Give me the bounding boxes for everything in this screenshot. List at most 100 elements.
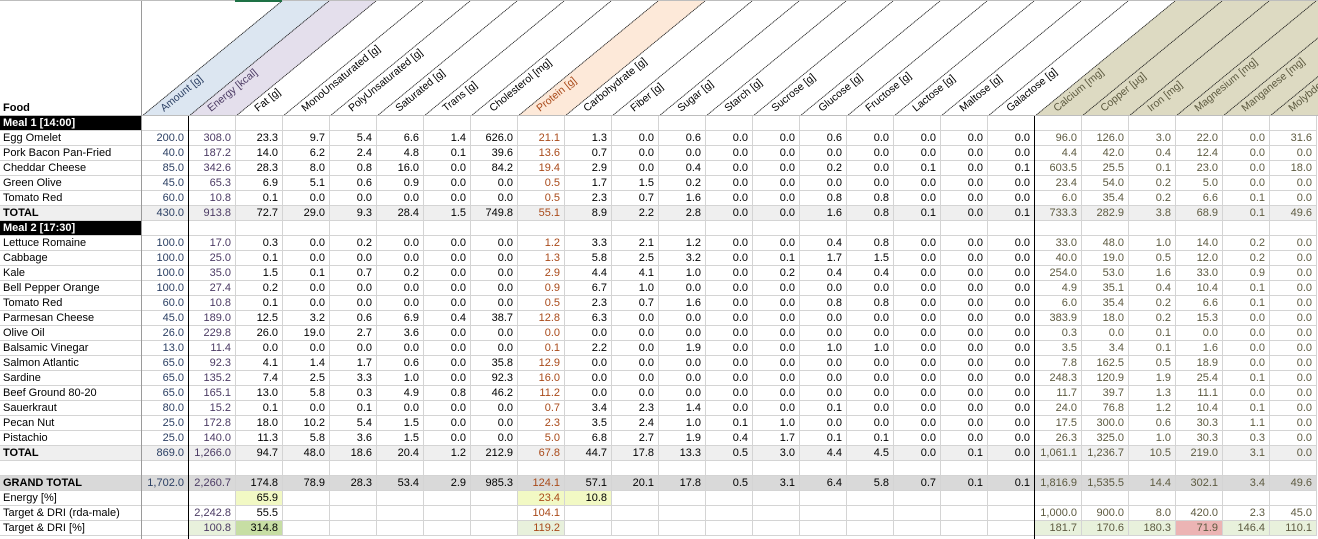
cell-fiber[interactable]: 0.0 (612, 386, 659, 401)
row-label[interactable]: Salmon Atlantic (0, 356, 142, 371)
cell-protein[interactable]: 23.4 (518, 491, 565, 506)
cell-sugar[interactable]: 0.0 (659, 326, 706, 341)
cell-fiber[interactable]: 2.1 (612, 236, 659, 251)
cell-fiber[interactable]: 0.0 (612, 326, 659, 341)
cell-galactose[interactable] (988, 491, 1035, 506)
cell-mono[interactable]: 3.2 (283, 311, 330, 326)
cell-fat[interactable]: 94.7 (236, 446, 283, 461)
cell-sucrose[interactable]: 0.0 (753, 326, 800, 341)
cell-energy[interactable]: 10.8 (189, 191, 236, 206)
cell-molybdenum[interactable] (1270, 461, 1317, 476)
cell-maltose[interactable] (941, 491, 988, 506)
cell-sat[interactable]: 0.2 (377, 266, 424, 281)
cell-starch[interactable] (706, 461, 753, 476)
cell-trans[interactable] (424, 116, 471, 131)
cell-calcium[interactable] (1035, 221, 1082, 236)
cell-fat[interactable]: 0.1 (236, 251, 283, 266)
cell-amount[interactable]: 60.0 (142, 296, 189, 311)
cell-sugar[interactable]: 17.8 (659, 476, 706, 491)
cell-glucose[interactable]: 4.4 (800, 446, 847, 461)
cell-mono[interactable]: 0.1 (283, 266, 330, 281)
cell-lactose[interactable]: 0.0 (894, 131, 941, 146)
cell-magnesium[interactable]: 5.0 (1176, 176, 1223, 191)
cell-sat[interactable]: 20.4 (377, 446, 424, 461)
cell-carb[interactable]: 5.8 (565, 251, 612, 266)
cell-amount[interactable]: 100.0 (142, 251, 189, 266)
cell-lactose[interactable]: 0.0 (894, 311, 941, 326)
cell-fructose[interactable]: 0.0 (847, 326, 894, 341)
cell-molybdenum[interactable]: 0.0 (1270, 356, 1317, 371)
cell-amount[interactable]: 40.0 (142, 146, 189, 161)
cell-poly[interactable]: 2.7 (330, 326, 377, 341)
cell-maltose[interactable]: 0.0 (941, 176, 988, 191)
cell-trans[interactable]: 2.9 (424, 476, 471, 491)
cell-sucrose[interactable] (753, 221, 800, 236)
cell-mono[interactable]: 29.0 (283, 206, 330, 221)
cell-starch[interactable]: 0.0 (706, 131, 753, 146)
cell-energy[interactable]: 187.2 (189, 146, 236, 161)
cell-sugar[interactable]: 0.0 (659, 146, 706, 161)
cell-galactose[interactable]: 0.0 (988, 401, 1035, 416)
cell-starch[interactable]: 0.0 (706, 176, 753, 191)
cell-calcium[interactable]: 11.7 (1035, 386, 1082, 401)
cell-protein[interactable] (518, 116, 565, 131)
cell-magnesium[interactable]: 25.4 (1176, 371, 1223, 386)
cell-copper[interactable]: 35.4 (1082, 191, 1129, 206)
cell-galactose[interactable]: 0.0 (988, 311, 1035, 326)
cell-fiber[interactable]: 20.1 (612, 476, 659, 491)
cell-calcium[interactable]: 733.3 (1035, 206, 1082, 221)
food-column-header[interactable]: Food (3, 102, 30, 114)
cell-maltose[interactable] (941, 461, 988, 476)
cell-chol[interactable]: 0.0 (471, 296, 518, 311)
cell-magnesium[interactable]: 71.9 (1176, 521, 1223, 536)
cell-glucose[interactable]: 0.0 (800, 281, 847, 296)
cell-poly[interactable]: 5.4 (330, 131, 377, 146)
cell-fructose[interactable]: 0.0 (847, 401, 894, 416)
cell-sugar[interactable]: 13.3 (659, 446, 706, 461)
cell-iron[interactable]: 1.2 (1129, 401, 1176, 416)
cell-carb[interactable]: 0.0 (565, 326, 612, 341)
cell-fat[interactable]: 55.5 (236, 506, 283, 521)
cell-amount[interactable]: 25.0 (142, 431, 189, 446)
cell-galactose[interactable]: 0.0 (988, 416, 1035, 431)
cell-poly[interactable]: 0.8 (330, 161, 377, 176)
cell-starch[interactable]: 0.0 (706, 146, 753, 161)
cell-chol[interactable]: 0.0 (471, 341, 518, 356)
cell-trans[interactable]: 1.2 (424, 446, 471, 461)
cell-trans[interactable]: 0.0 (424, 356, 471, 371)
cell-carb[interactable]: 2.3 (565, 296, 612, 311)
cell-poly[interactable]: 18.6 (330, 446, 377, 461)
cell-protein[interactable]: 104.1 (518, 506, 565, 521)
cell-fiber[interactable]: 2.4 (612, 416, 659, 431)
cell-sucrose[interactable]: 3.0 (753, 446, 800, 461)
cell-energy[interactable]: 165.1 (189, 386, 236, 401)
cell-glucose[interactable]: 1.6 (800, 206, 847, 221)
cell-poly[interactable]: 0.0 (330, 251, 377, 266)
cell-fat[interactable]: 72.7 (236, 206, 283, 221)
cell-glucose[interactable]: 0.0 (800, 326, 847, 341)
cell-fat[interactable]: 14.0 (236, 146, 283, 161)
cell-fiber[interactable]: 2.3 (612, 401, 659, 416)
cell-fat[interactable]: 7.4 (236, 371, 283, 386)
cell-carb[interactable]: 2.2 (565, 341, 612, 356)
cell-copper[interactable]: 300.0 (1082, 416, 1129, 431)
cell-sat[interactable] (377, 221, 424, 236)
cell-lactose[interactable]: 0.0 (894, 356, 941, 371)
cell-energy[interactable] (189, 221, 236, 236)
cell-sucrose[interactable] (753, 116, 800, 131)
cell-molybdenum[interactable]: 49.6 (1270, 476, 1317, 491)
cell-magnesium[interactable] (1176, 461, 1223, 476)
cell-calcium[interactable]: 1,816.9 (1035, 476, 1082, 491)
cell-poly[interactable]: 3.6 (330, 431, 377, 446)
cell-poly[interactable]: 3.3 (330, 371, 377, 386)
cell-galactose[interactable] (988, 221, 1035, 236)
cell-starch[interactable]: 0.5 (706, 476, 753, 491)
cell-copper[interactable]: 900.0 (1082, 506, 1129, 521)
cell-trans[interactable]: 0.0 (424, 416, 471, 431)
cell-starch[interactable]: 0.0 (706, 206, 753, 221)
cell-manganese[interactable]: 0.0 (1223, 311, 1270, 326)
cell-fiber[interactable]: 2.7 (612, 431, 659, 446)
cell-magnesium[interactable]: 23.0 (1176, 161, 1223, 176)
cell-energy[interactable]: 17.0 (189, 236, 236, 251)
cell-trans[interactable]: 0.4 (424, 311, 471, 326)
